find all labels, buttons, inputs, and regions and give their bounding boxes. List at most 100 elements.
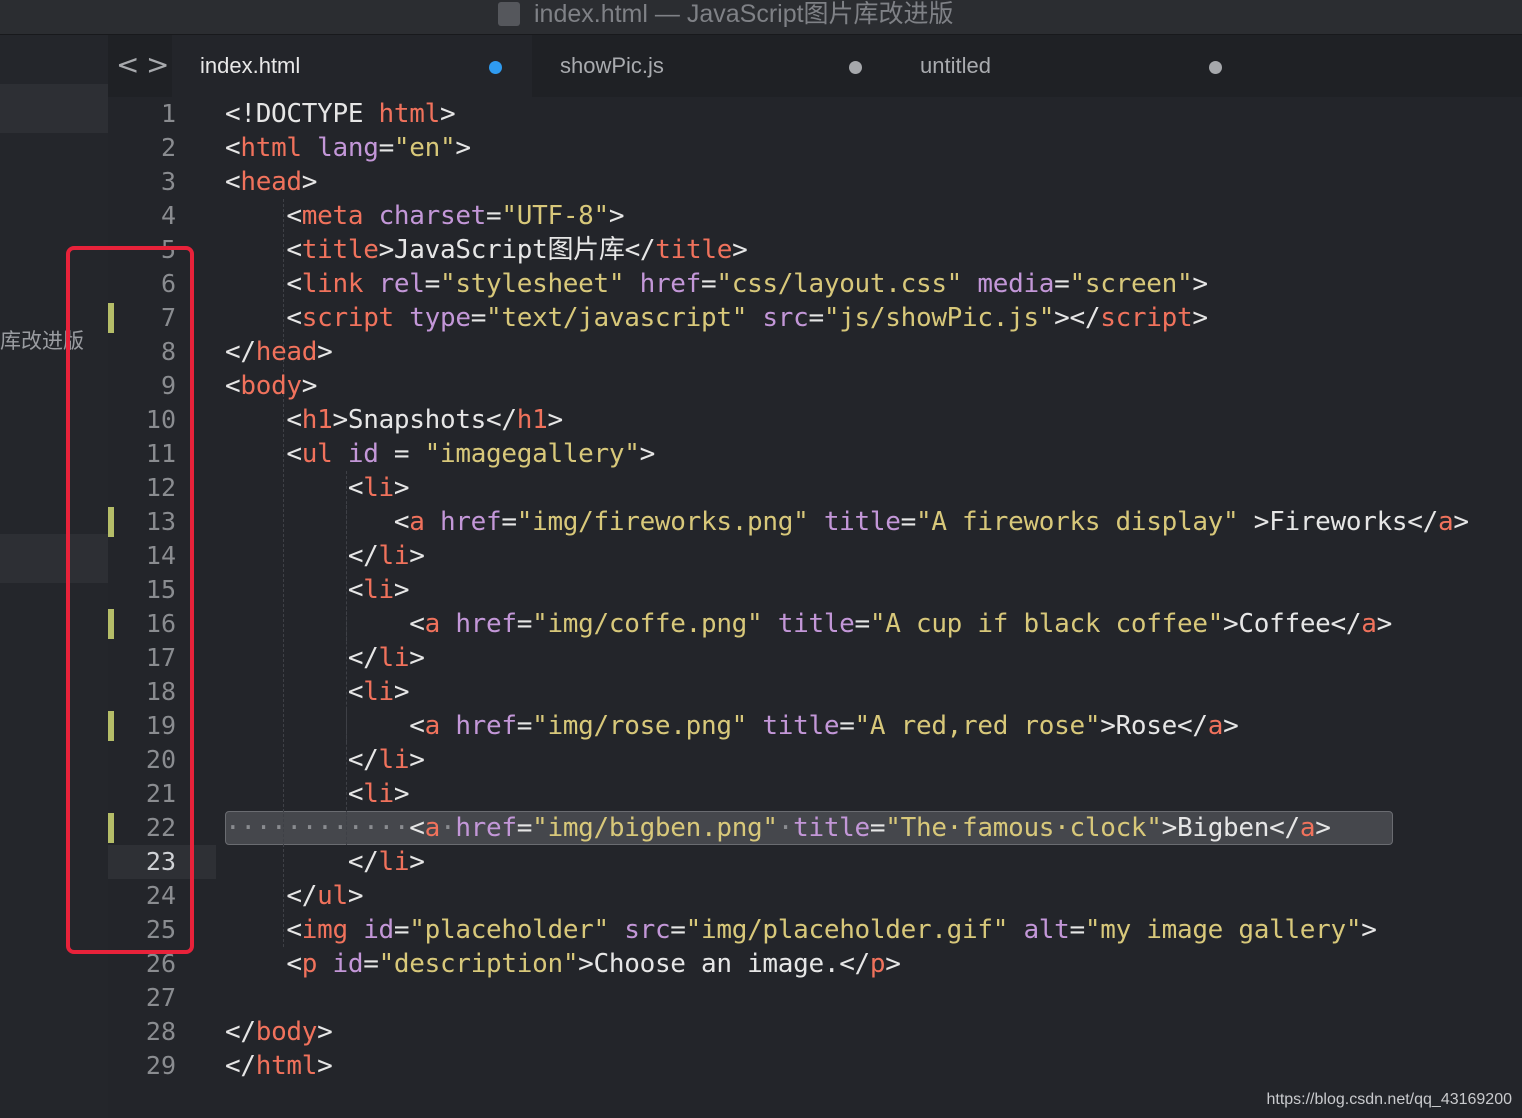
code-line[interactable]: <a href="img/rose.png" title="A red,red … <box>225 709 1238 743</box>
code-token: > <box>393 473 410 503</box>
code-token: > <box>732 235 748 265</box>
code-line[interactable]: </li> <box>225 641 425 675</box>
unsaved-dot-icon[interactable] <box>849 61 862 74</box>
code-token: < <box>225 303 302 333</box>
unsaved-dot-icon[interactable] <box>1209 61 1222 74</box>
code-line[interactable]: </body> <box>225 1015 333 1049</box>
code-line[interactable]: </ul> <box>225 879 363 913</box>
code-token: > <box>1192 269 1208 299</box>
code-token: > <box>1223 711 1239 741</box>
code-token: > <box>1238 507 1270 537</box>
code-token: h1 <box>301 405 333 435</box>
code-token: <!DOCTYPE <box>225 99 379 129</box>
code-token: > <box>639 439 656 469</box>
unsaved-dot-icon[interactable] <box>489 61 502 74</box>
code-token: > <box>393 677 410 707</box>
tab-label: index.html <box>200 53 301 78</box>
code-token: > <box>393 779 410 809</box>
forward-arrow-icon[interactable]: > <box>146 49 169 81</box>
code-token: title <box>762 711 840 741</box>
code-token: id <box>332 949 364 979</box>
code-token: </ <box>225 643 379 673</box>
code-token: > <box>1376 609 1393 639</box>
code-token: li <box>363 473 394 503</box>
code-token: </ <box>225 745 379 775</box>
code-token: ul <box>317 881 348 911</box>
code-token: = <box>701 269 717 299</box>
code-line[interactable]: <link rel="stylesheet" href="css/layout.… <box>225 267 1208 301</box>
code-token: </ <box>1407 507 1439 537</box>
code-token: · <box>439 813 456 843</box>
code-token: "A fireworks display" <box>915 507 1239 537</box>
back-arrow-icon[interactable]: < <box>116 49 139 81</box>
code-token: </ <box>225 847 379 877</box>
code-line[interactable]: <a href="img/coffe.png" title="A cup if … <box>225 607 1392 641</box>
code-token: = <box>516 609 533 639</box>
code-token: < <box>225 269 302 299</box>
tab-index-html[interactable]: index.html <box>172 35 532 97</box>
code-line[interactable]: <ul id = "imagegallery"> <box>225 437 655 471</box>
code-line[interactable]: <li> <box>225 777 410 811</box>
code-token: </ <box>1269 813 1300 843</box>
code-line[interactable]: <a href="img/fireworks.png" title="A fir… <box>225 505 1469 539</box>
code-token: "img/fireworks.png" <box>516 507 809 537</box>
code-token: p <box>301 949 318 979</box>
code-token: "img/rose.png" <box>532 711 748 741</box>
line-number: 3 <box>160 167 176 196</box>
code-token: a <box>424 609 441 639</box>
sidebar-row-highlight[interactable] <box>0 84 108 133</box>
code-token: title <box>823 507 901 537</box>
code-token: < <box>225 439 302 469</box>
code-line[interactable]: <li> <box>225 675 410 709</box>
tab-showpic-js[interactable]: showPic.js <box>532 35 892 97</box>
code-line[interactable]: </li> <box>225 539 425 573</box>
code-token: > <box>393 575 410 605</box>
code-token: = <box>839 711 855 741</box>
code-line[interactable]: <head> <box>225 165 317 199</box>
code-token: "stylesheet" <box>439 269 625 299</box>
code-token: a <box>1207 711 1224 741</box>
code-line[interactable]: </li> <box>225 743 425 777</box>
code-area[interactable]: <!DOCTYPE html> <html lang="en"> <head> <m… <box>225 97 1522 1118</box>
code-token: = <box>516 711 533 741</box>
code-token: link <box>301 269 364 299</box>
code-line[interactable]: </html> <box>225 1049 333 1083</box>
code-line[interactable]: <!DOCTYPE html> <box>225 97 456 131</box>
code-token: < <box>225 949 302 979</box>
code-line[interactable]: ············<a·href="img/bigben.png"·tit… <box>225 811 1331 845</box>
code-line[interactable]: <p id="description">Choose an image.</p> <box>225 947 901 981</box>
code-line[interactable]: <img id="placeholder" src="img/placehold… <box>225 913 1376 947</box>
code-line[interactable]: <script type="text/javascript" src="js/s… <box>225 301 1208 335</box>
code-token: "js/showPic.js" <box>823 303 1055 333</box>
code-token: = <box>516 813 533 843</box>
code-token: Coffee <box>1238 609 1331 639</box>
code-token: = <box>378 133 395 163</box>
code-line[interactable]: <title>JavaScript图片库</title> <box>225 233 747 267</box>
code-token: "description" <box>378 949 579 979</box>
code-token: = <box>1069 915 1086 945</box>
code-editor[interactable]: 1 2 3 4 5 6 7 8 9 10 11 12 13 14 15 16 17 18 19 20 21 22 23 24 2… <box>108 97 1522 1118</box>
code-token: > <box>409 541 425 571</box>
code-line[interactable]: <li> <box>225 471 410 505</box>
code-token: title <box>793 813 870 843</box>
code-token: </ <box>1176 711 1208 741</box>
code-line[interactable]: <body> <box>225 369 317 403</box>
code-token: > <box>439 99 456 129</box>
code-line[interactable]: </li> <box>225 845 425 879</box>
code-line[interactable]: <li> <box>225 573 410 607</box>
code-token: = <box>424 269 441 299</box>
code-token: media <box>977 269 1055 299</box>
code-token: = <box>670 915 686 945</box>
code-line[interactable]: <html lang="en"> <box>225 131 471 165</box>
code-line[interactable]: <h1>Snapshots</h1> <box>225 403 563 437</box>
code-token: "screen" <box>1069 269 1193 299</box>
code-token: li <box>378 745 410 775</box>
code-line[interactable]: </head> <box>225 335 333 369</box>
window-title: index.html — JavaScript图片库改进版 <box>534 0 954 28</box>
code-line[interactable]: <meta charset="UTF-8"> <box>225 199 624 233</box>
tab-untitled[interactable]: untitled <box>892 35 1252 97</box>
